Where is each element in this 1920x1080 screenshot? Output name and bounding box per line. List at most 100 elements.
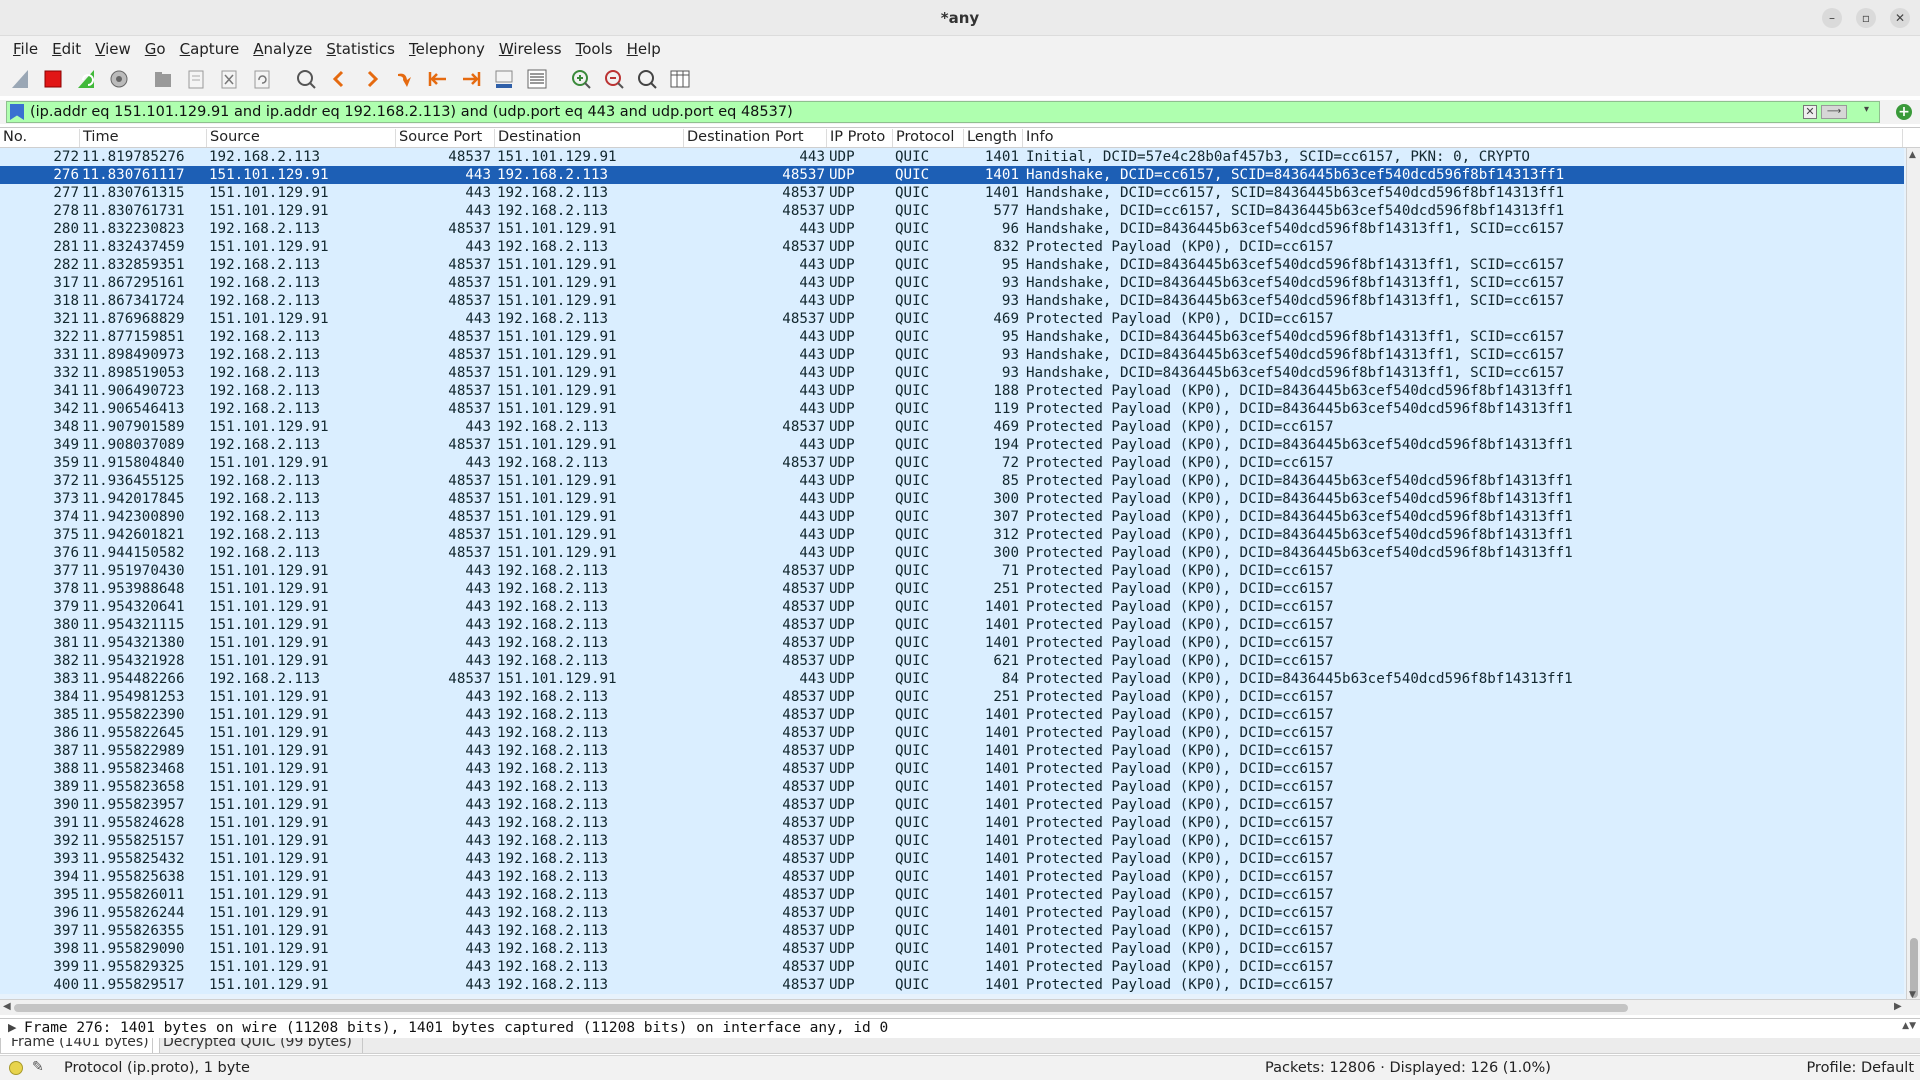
autoscroll-icon[interactable] [490,65,518,93]
open-file-icon[interactable] [149,65,177,93]
column-header-source[interactable]: Source [207,129,396,147]
find-packet-icon[interactable] [292,65,320,93]
menu-file[interactable]: File [6,40,45,58]
menu-edit[interactable]: Edit [45,40,88,58]
expert-info-led-icon[interactable] [9,1061,23,1075]
table-row[interactable]: 332 11.898519053 192.168.2.113 48537 151.101… [0,364,1904,382]
scroll-left-icon[interactable]: ◀ [3,1001,11,1012]
menu-view[interactable]: View [88,40,138,58]
packet-list-horizontal-scrollbar[interactable]: ◀ ▶ [0,999,1920,1015]
table-row[interactable]: 342 11.906546413 192.168.2.113 48537 151.101… [0,400,1904,418]
table-row[interactable]: 399 11.955829325 151.101.129.91 443 192.168.… [0,958,1904,976]
column-header-protocol[interactable]: Protocol [893,129,964,147]
table-row[interactable]: 277 11.830761315 151.101.129.91 443 192.168.… [0,184,1904,202]
go-to-packet-icon[interactable] [391,65,419,93]
column-header-time[interactable]: Time [80,129,207,147]
clear-filter-icon[interactable]: ✕ [1803,105,1817,119]
table-row[interactable]: 385 11.955822390 151.101.129.91 443 192.168.… [0,706,1904,724]
packet-list-vertical-scrollbar[interactable]: ▲ ▼ [1906,148,1920,1003]
column-header-ip-proto[interactable]: IP Proto [827,129,893,147]
tab-frame-bytes[interactable]: Frame (1401 bytes) [0,1038,160,1053]
normal-size-icon[interactable] [633,65,661,93]
capture-options-icon[interactable] [105,65,133,93]
table-row[interactable]: 397 11.955826355 151.101.129.91 443 192.168.… [0,922,1904,940]
table-row[interactable]: 317 11.867295161 192.168.2.113 48537 151.101… [0,274,1904,292]
frame-summary[interactable]: Frame 276: 1401 bytes on wire (11208 bit… [24,1020,888,1036]
column-header-info[interactable]: Info [1023,129,1903,147]
table-row[interactable]: 375 11.942601821 192.168.2.113 48537 151.101… [0,526,1904,544]
menu-statistics[interactable]: Statistics [319,40,402,58]
table-row[interactable]: 396 11.955826244 151.101.129.91 443 192.168.… [0,904,1904,922]
menu-go[interactable]: Go [138,40,173,58]
table-row[interactable]: 376 11.944150582 192.168.2.113 48537 151.101… [0,544,1904,562]
table-row[interactable]: 390 11.955823957 151.101.129.91 443 192.168.… [0,796,1904,814]
scroll-arrows-icon[interactable]: ▲▼ [1902,1021,1916,1031]
table-row[interactable]: 387 11.955822989 151.101.129.91 443 192.168.… [0,742,1904,760]
go-back-icon[interactable] [325,65,353,93]
column-header-source-port[interactable]: Source Port [396,129,495,147]
table-row[interactable]: 341 11.906490723 192.168.2.113 48537 151.101… [0,382,1904,400]
menu-analyze[interactable]: Analyze [246,40,319,58]
table-row[interactable]: 389 11.955823658 151.101.129.91 443 192.168.… [0,778,1904,796]
tab-decrypted-quic[interactable]: Decrypted QUIC (99 bytes) [152,1038,363,1053]
add-filter-button-icon[interactable]: + [1896,104,1912,120]
table-row[interactable]: 400 11.955829517 151.101.129.91 443 192.168.… [0,976,1904,994]
bookmark-icon[interactable] [10,104,24,120]
table-row[interactable]: 382 11.954321928 151.101.129.91 443 192.168.… [0,652,1904,670]
table-row[interactable]: 392 11.955825157 151.101.129.91 443 192.168.… [0,832,1904,850]
maximize-icon[interactable]: ▫ [1856,8,1876,28]
expand-arrow-icon[interactable]: ▶ [8,1021,16,1034]
scrollbar-thumb[interactable] [1910,938,1918,998]
zoom-in-icon[interactable] [567,65,595,93]
table-row[interactable]: 391 11.955824628 151.101.129.91 443 192.168.… [0,814,1904,832]
table-row[interactable]: 386 11.955822645 151.101.129.91 443 192.168.… [0,724,1904,742]
save-file-icon[interactable] [182,65,210,93]
table-row[interactable]: 380 11.954321115 151.101.129.91 443 192.168.… [0,616,1904,634]
table-row[interactable]: 321 11.876968829 151.101.129.91 443 192.168.… [0,310,1904,328]
reload-file-icon[interactable] [248,65,276,93]
menu-capture[interactable]: Capture [173,40,247,58]
table-row[interactable]: 383 11.954482266 192.168.2.113 48537 151.101… [0,670,1904,688]
table-row[interactable]: 379 11.954320641 151.101.129.91 443 192.168.… [0,598,1904,616]
table-row[interactable]: 377 11.951970430 151.101.129.91 443 192.168.… [0,562,1904,580]
first-packet-icon[interactable] [424,65,452,93]
table-row[interactable]: 322 11.877159851 192.168.2.113 48537 151.101… [0,328,1904,346]
profile-selector[interactable]: Profile: Default [1806,1060,1914,1076]
shark-fin-start-icon[interactable] [6,65,34,93]
column-header-length[interactable]: Length [964,129,1023,147]
close-icon[interactable]: ✕ [1890,8,1910,28]
table-row[interactable]: 331 11.898490973 192.168.2.113 48537 151.101… [0,346,1904,364]
colorize-icon[interactable] [523,65,551,93]
filter-history-chevron-down-icon[interactable]: ▾ [1864,104,1869,115]
menu-telephony[interactable]: Telephony [402,40,492,58]
zoom-out-icon[interactable] [600,65,628,93]
table-row[interactable]: 348 11.907901589 151.101.129.91 443 192.168.… [0,418,1904,436]
display-filter-input[interactable]: (ip.addr eq 151.101.129.91 and ip.addr e… [6,101,1880,123]
table-row[interactable]: 378 11.953988648 151.101.129.91 443 192.168.… [0,580,1904,598]
table-row[interactable]: 359 11.915804840 151.101.129.91 443 192.168.… [0,454,1904,472]
table-row[interactable]: 393 11.955825432 151.101.129.91 443 192.168.… [0,850,1904,868]
column-header-destination[interactable]: Destination [495,129,684,147]
table-row[interactable]: 384 11.954981253 151.101.129.91 443 192.168.… [0,688,1904,706]
apply-filter-icon[interactable]: ⟶ [1821,105,1847,119]
filter-text[interactable]: (ip.addr eq 151.101.129.91 and ip.addr e… [30,104,793,120]
table-row[interactable]: 388 11.955823468 151.101.129.91 443 192.168.… [0,760,1904,778]
menu-help[interactable]: Help [620,40,668,58]
table-row[interactable]: 395 11.955826011 151.101.129.91 443 192.168.… [0,886,1904,904]
minimize-icon[interactable]: – [1822,8,1842,28]
scroll-right-icon[interactable]: ▶ [1894,1001,1902,1012]
column-header-destination-port[interactable]: Destination Port [684,129,827,147]
scrollbar-thumb[interactable] [14,1004,1628,1012]
table-row[interactable]: 318 11.867341724 192.168.2.113 48537 151.101… [0,292,1904,310]
table-row[interactable]: 398 11.955829090 151.101.129.91 443 192.168.… [0,940,1904,958]
table-row[interactable]: 282 11.832859351 192.168.2.113 48537 151.101… [0,256,1904,274]
table-row[interactable]: 374 11.942300890 192.168.2.113 48537 151.101… [0,508,1904,526]
table-row[interactable]: 381 11.954321380 151.101.129.91 443 192.168.… [0,634,1904,652]
table-row[interactable]: 276 11.830761117 151.101.129.91 443 192.168.… [0,166,1904,184]
close-file-icon[interactable] [215,65,243,93]
go-forward-icon[interactable] [358,65,386,93]
table-row[interactable]: 372 11.936455125 192.168.2.113 48537 151.101… [0,472,1904,490]
table-row[interactable]: 278 11.830761731 151.101.129.91 443 192.168.… [0,202,1904,220]
table-row[interactable]: 394 11.955825638 151.101.129.91 443 192.168.… [0,868,1904,886]
table-row[interactable]: 272 11.819785276 192.168.2.113 48537 151.101… [0,148,1904,166]
